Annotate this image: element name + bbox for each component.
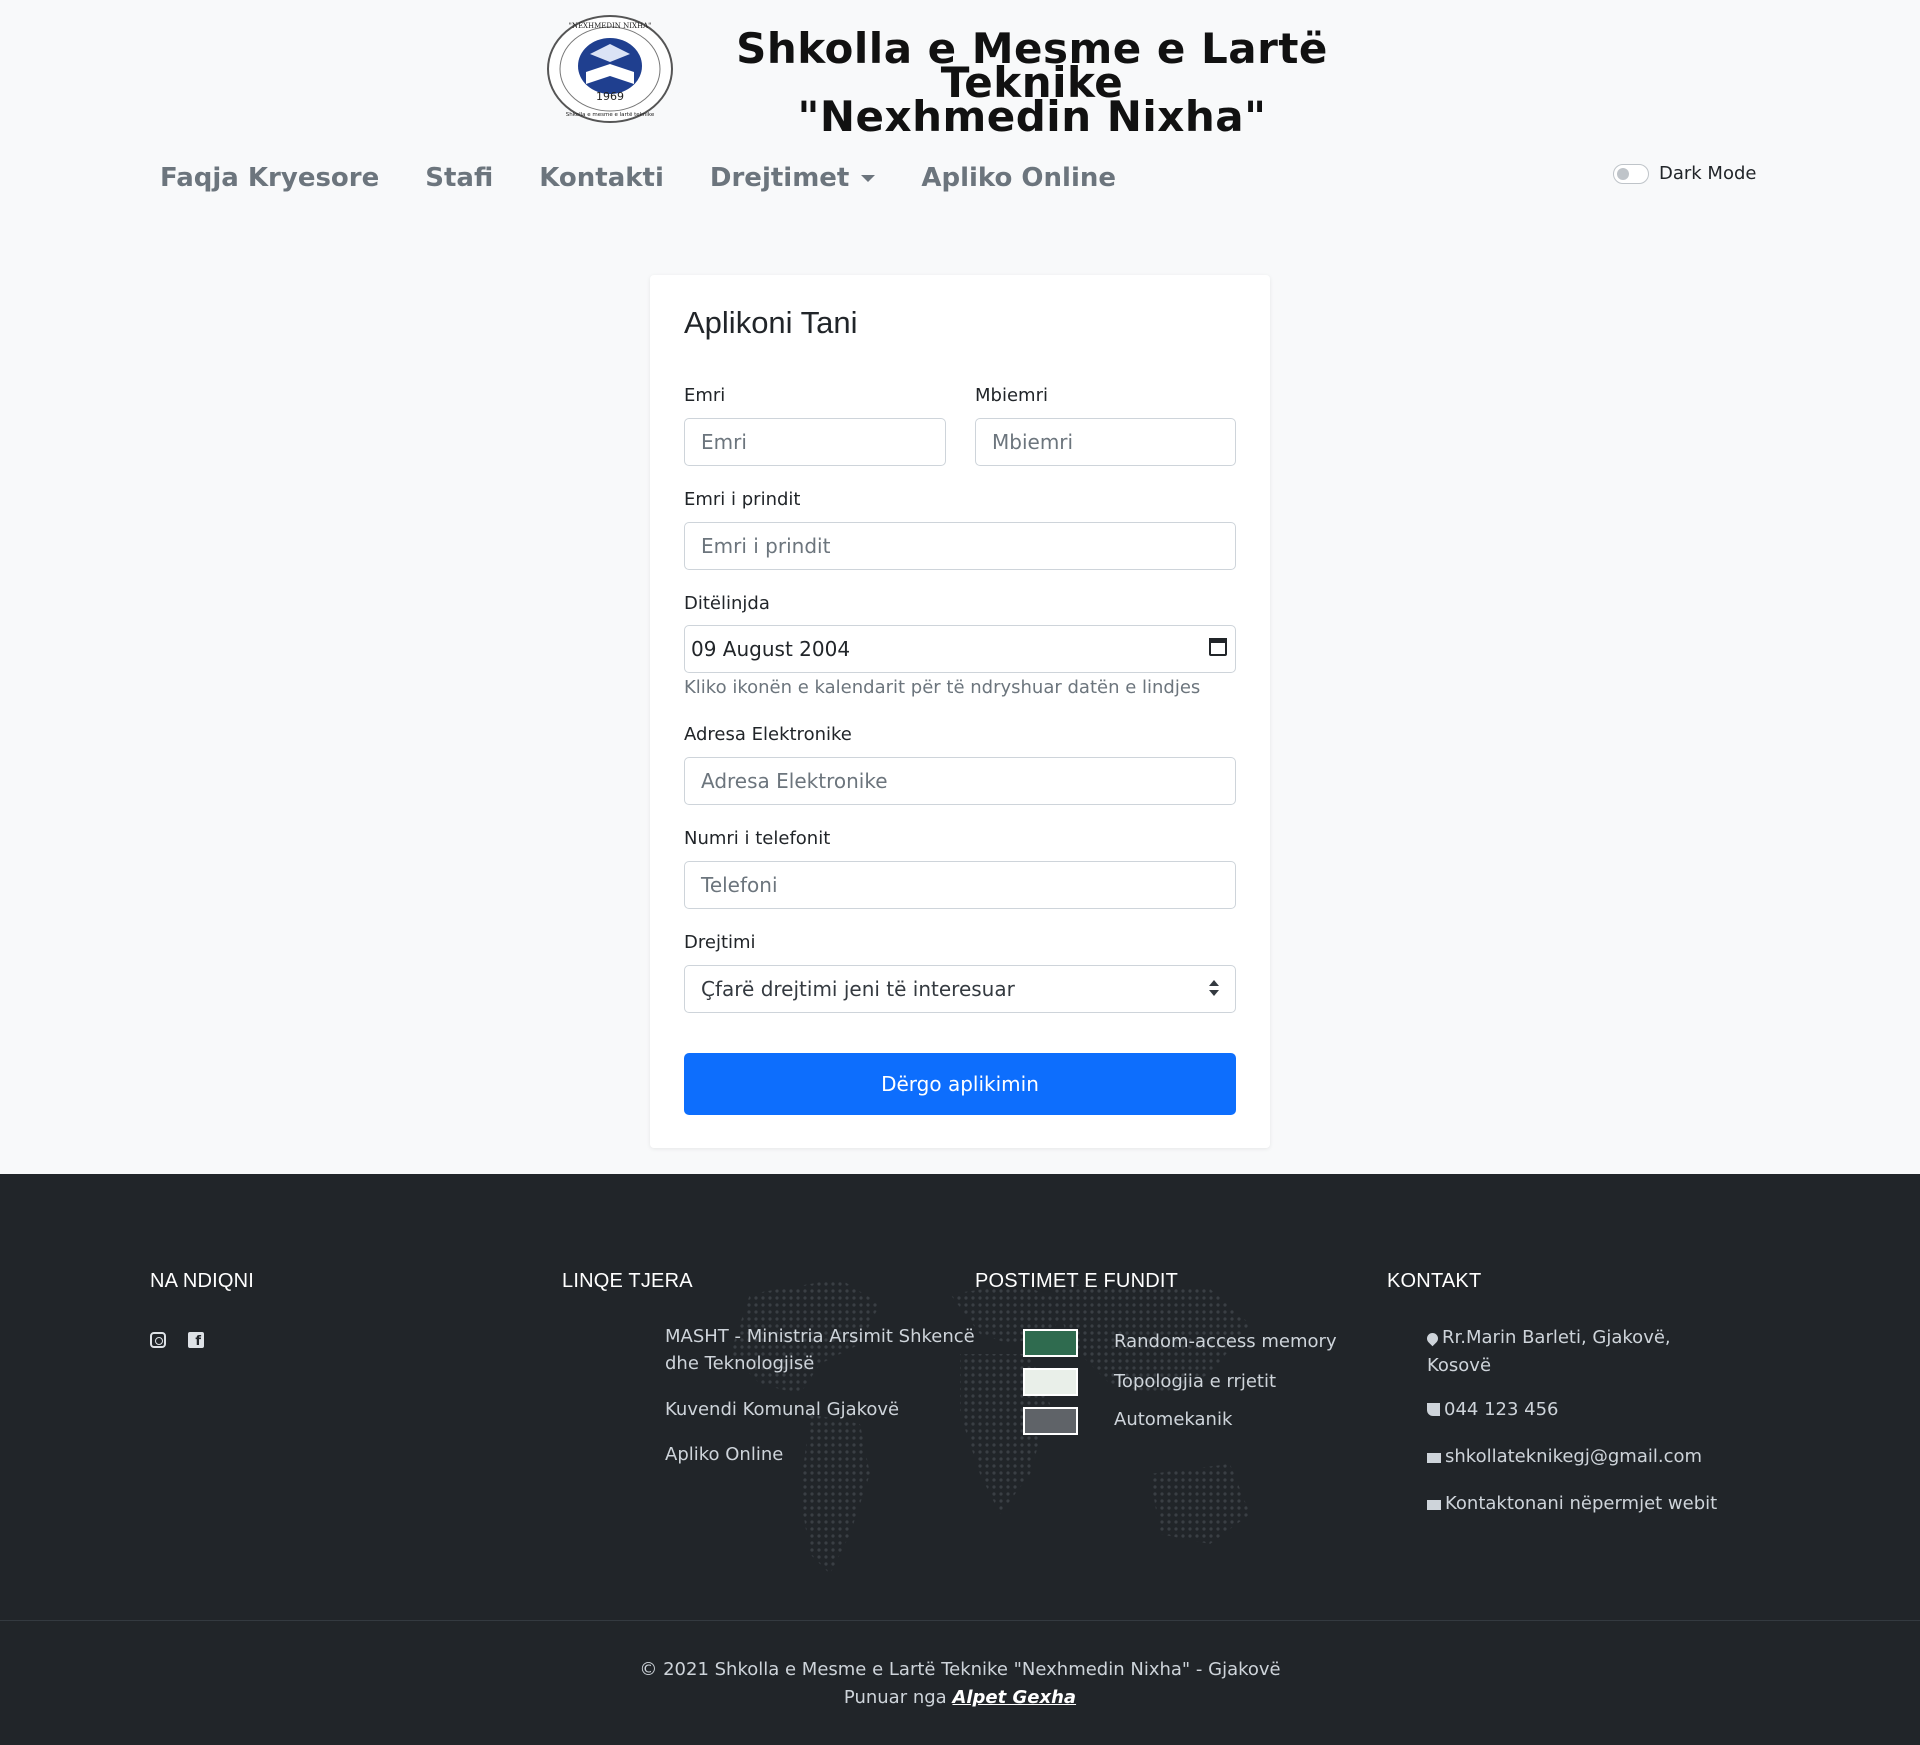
- school-title: Shkolla e Mesme e Lartë Teknike "Nexhmed…: [682, 24, 1382, 141]
- direction-selected-value: Çfarë drejtimi jeni të interesuar: [701, 977, 1015, 1001]
- follow-us-title: NA NDIQNI: [150, 1270, 255, 1292]
- instagram-icon[interactable]: [150, 1332, 166, 1348]
- post-link-automechanic[interactable]: Automekanik: [1114, 1409, 1232, 1430]
- envelope-icon: [1427, 1500, 1441, 1510]
- svg-text:"NEXHMEDIN NIXHA": "NEXHMEDIN NIXHA": [569, 22, 652, 30]
- application-form-card: Aplikoni Tani Emri Emri Mbiemri Mbiemri …: [650, 275, 1270, 1148]
- contact-email-address: shkollateknikegj@gmail.com: [1445, 1446, 1703, 1467]
- contact-address: Rr.Marin Barleti, Gjakovë, Kosovë: [1424, 1324, 1671, 1380]
- other-links-title: LINQE TJERA: [562, 1270, 693, 1292]
- footer-link-apply[interactable]: Apliko Online: [665, 1441, 783, 1468]
- nav-item-directions-label: Drejtimet: [709, 163, 850, 193]
- email-input[interactable]: Adresa Elektronike: [684, 757, 1236, 805]
- svg-text:1969: 1969: [596, 90, 624, 103]
- last-name-input[interactable]: Mbiemri: [975, 418, 1236, 466]
- footer-link-masht-line2: dhe Teknologjisë: [665, 1353, 815, 1374]
- contact-email[interactable]: shkollateknikegj@gmail.com: [1427, 1443, 1702, 1471]
- post-thumbnail-ram[interactable]: [1023, 1329, 1078, 1357]
- nav-item-apply[interactable]: Apliko Online: [921, 158, 1116, 198]
- site-footer: NA NDIQNI LINQE TJERA MASHT - Ministria …: [0, 1174, 1920, 1745]
- site-header: 1969 "NEXHMEDIN NIXHA" Shkolla e mesme e…: [0, 12, 1920, 138]
- facebook-icon[interactable]: [188, 1332, 204, 1349]
- recent-posts-title: POSTIMET E FUNDIT: [975, 1270, 1179, 1292]
- contact-web[interactable]: Kontaktonani nëpermjet webit: [1427, 1490, 1717, 1518]
- nav-item-staff[interactable]: Stafi: [425, 158, 493, 198]
- nav-item-directions[interactable]: Drejtimet: [709, 158, 876, 198]
- envelope-icon: [1427, 1453, 1441, 1463]
- post-link-ram[interactable]: Random-access memory: [1114, 1331, 1337, 1352]
- copyright-text: © 2021 Shkolla e Mesme e Lartë Teknike "…: [639, 1659, 1281, 1680]
- direction-label: Drejtimi: [684, 932, 756, 953]
- contact-phone-number: 044 123 456: [1444, 1399, 1559, 1420]
- phone-icon: [1427, 1403, 1440, 1416]
- parent-name-label: Emri i prindit: [684, 489, 801, 510]
- map-marker-icon: [1424, 1330, 1441, 1347]
- birthday-label: Ditëlinjda: [684, 593, 770, 614]
- form-title: Aplikoni Tani: [684, 305, 858, 340]
- footer-link-kuvendi[interactable]: Kuvendi Komunal Gjakovë: [665, 1396, 899, 1423]
- first-name-input[interactable]: Emri: [684, 418, 946, 466]
- footer-link-masht-line1: MASHT - Ministria Arsimit Shkencë: [665, 1326, 975, 1347]
- school-logo[interactable]: 1969 "NEXHMEDIN NIXHA" Shkolla e mesme e…: [546, 14, 674, 124]
- submit-application-button[interactable]: Dërgo aplikimin: [684, 1053, 1236, 1115]
- post-thumbnail-automechanic[interactable]: [1023, 1407, 1078, 1435]
- footer-divider: [0, 1620, 1920, 1621]
- contact-address-line2: Kosovë: [1427, 1355, 1492, 1376]
- footer-link-masht[interactable]: MASHT - Ministria Arsimit Shkencë dhe Te…: [665, 1323, 975, 1377]
- select-arrows-icon: [1209, 980, 1219, 998]
- credit-line: Punuar nga Alpet Gexha: [0, 1687, 1920, 1708]
- author-link[interactable]: Alpet Gexha: [952, 1687, 1076, 1708]
- post-link-topology[interactable]: Topologjia e rrjetit: [1114, 1371, 1276, 1392]
- direction-select[interactable]: Çfarë drejtimi jeni të interesuar: [684, 965, 1236, 1013]
- birthday-date-input[interactable]: 09 August 2004: [684, 625, 1236, 673]
- dark-mode-toggle[interactable]: Dark Mode: [1613, 163, 1756, 184]
- phone-label: Numri i telefonit: [684, 828, 831, 849]
- contact-phone: 044 123 456: [1427, 1396, 1559, 1424]
- dark-mode-label: Dark Mode: [1659, 163, 1757, 184]
- social-links: [150, 1332, 204, 1349]
- school-title-line2: "Nexhmedin Nixha": [797, 92, 1267, 141]
- nav-item-home[interactable]: Faqja Kryesore: [160, 158, 379, 198]
- credit-prefix: Punuar nga: [843, 1687, 947, 1708]
- main-nav: Faqja Kryesore Stafi Kontakti Drejtimet …: [160, 158, 1162, 198]
- chevron-down-icon: [861, 174, 876, 182]
- email-label: Adresa Elektronike: [684, 724, 852, 745]
- birthday-help-text: Kliko ikonën e kalendarit për të ndryshu…: [684, 677, 1201, 698]
- parent-name-input[interactable]: Emri i prindit: [684, 522, 1236, 570]
- svg-text:Shkolla e mesme e lartë teknik: Shkolla e mesme e lartë teknike: [566, 112, 655, 118]
- last-name-label: Mbiemri: [975, 385, 1048, 406]
- school-title-line1: Shkolla e Mesme e Lartë Teknike: [736, 24, 1328, 107]
- nav-item-contact[interactable]: Kontakti: [539, 158, 664, 198]
- dark-mode-switch[interactable]: [1613, 163, 1649, 184]
- first-name-label: Emri: [684, 385, 726, 406]
- calendar-icon[interactable]: [1209, 638, 1227, 656]
- contact-web-label: Kontaktonani nëpermjet webit: [1445, 1493, 1718, 1514]
- birthday-value: 09 August 2004: [691, 637, 851, 661]
- phone-input[interactable]: Telefoni: [684, 861, 1236, 909]
- contact-address-line1: Rr.Marin Barleti, Gjakovë,: [1442, 1327, 1671, 1348]
- contact-title: KONTAKT: [1387, 1270, 1482, 1292]
- post-thumbnail-topology[interactable]: [1023, 1368, 1078, 1396]
